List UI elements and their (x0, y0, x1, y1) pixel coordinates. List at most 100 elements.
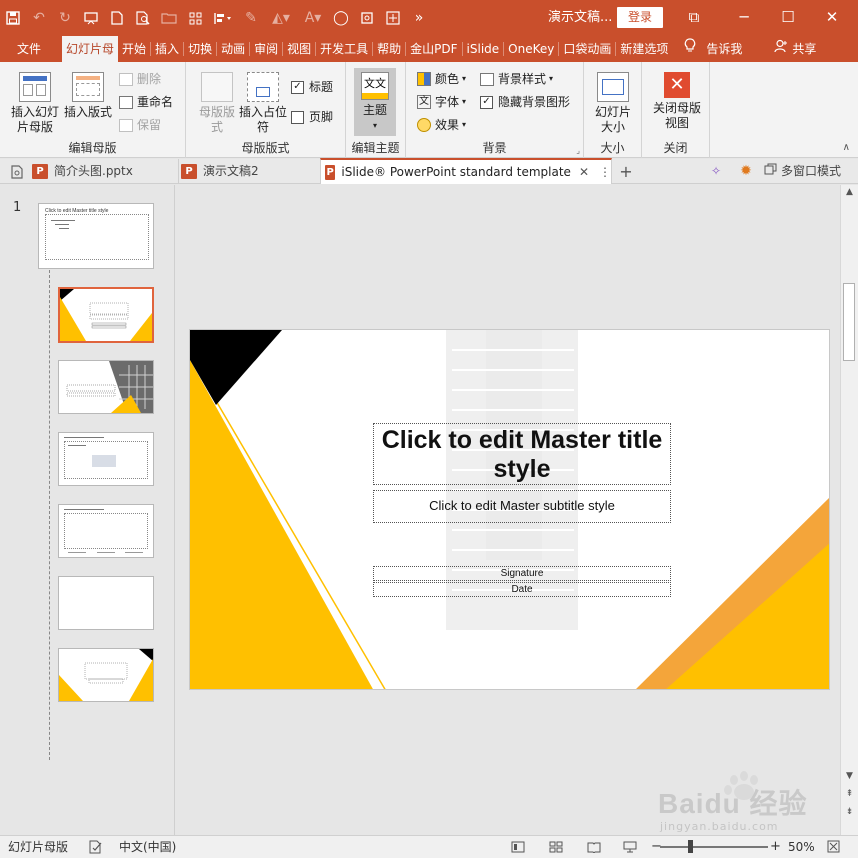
print-preview-icon[interactable] (130, 0, 156, 36)
master-title-placeholder[interactable]: Click to edit Master title style (373, 423, 671, 485)
hide-background-checkbox[interactable]: ✓ 隐藏背景图形 (480, 93, 570, 111)
tab-insert[interactable]: 插入 (151, 36, 183, 62)
multi-window-button[interactable]: 多窗口模式 (764, 159, 841, 184)
close-tab-icon[interactable]: ✕ (579, 160, 589, 185)
tab-transitions[interactable]: 切换 (184, 36, 216, 62)
share-button[interactable]: 共享 (770, 36, 820, 62)
slideshow-view-icon[interactable] (623, 836, 637, 858)
new-tab-icon[interactable]: + (616, 159, 636, 184)
tab-help[interactable]: 帮助 (373, 36, 405, 62)
date-placeholder[interactable]: Date (373, 582, 671, 597)
signature-placeholder[interactable]: Signature (373, 566, 671, 581)
theme-button[interactable]: 文文 主题 ▾ (354, 68, 396, 136)
title-bar: ↶ ↻ ✎ ◭▾ A▾ ◯ » 演示文稿... 登录 ⧉ ─ ☐ ✕ (0, 0, 858, 36)
scrollbar-thumb[interactable] (843, 283, 855, 361)
background-styles-dropdown[interactable]: 背景样式 ▾ (480, 70, 553, 88)
doc-tab-2[interactable]: P 演示文稿2 (178, 159, 318, 184)
ribbon-display-icon[interactable]: ⧉ (674, 0, 714, 36)
doc-tab-3[interactable]: P iSlide® PowerPoint standard template ✕… (320, 158, 612, 184)
insert-layout-button[interactable]: 插入版式 (62, 72, 114, 120)
crop-icon[interactable] (354, 0, 380, 36)
distribute-icon[interactable] (380, 0, 406, 36)
title-checkbox[interactable]: ✓ 标题 (291, 78, 333, 96)
fonts-dropdown[interactable]: 文字体 ▾ (417, 93, 466, 111)
font-color-icon[interactable]: A▾ (298, 0, 328, 36)
close-icon[interactable]: ✕ (812, 0, 852, 36)
effects-dropdown[interactable]: 效果 ▾ (417, 116, 466, 134)
minimize-icon[interactable]: ─ (724, 0, 764, 36)
tab-animations[interactable]: 动画 (217, 36, 249, 62)
tab-slide-master[interactable]: 幻灯片母 (62, 36, 119, 62)
layout-thumbnail-section[interactable] (58, 360, 154, 414)
language-indicator[interactable]: 中文(中国) (119, 836, 176, 858)
zoom-in-icon[interactable]: + (770, 836, 781, 858)
view-mode-text: 幻灯片母版 (8, 840, 69, 854)
scroll-down-icon[interactable]: ▼ (841, 771, 858, 781)
tab-pocket-animation[interactable]: 口袋动画 (559, 36, 615, 62)
delete-button[interactable]: 删除 (119, 70, 161, 88)
previous-slide-icon[interactable]: ⇞ (841, 789, 858, 799)
dialog-launcher-icon[interactable]: ⌟ (576, 146, 580, 155)
shape-circle-icon[interactable]: ◯ (328, 0, 354, 36)
maximize-icon[interactable]: ☐ (768, 0, 808, 36)
file-browser-icon[interactable] (6, 159, 28, 184)
colors-dropdown[interactable]: 颜色 ▾ (417, 70, 466, 88)
scroll-up-icon[interactable]: ▲ (841, 187, 858, 197)
doc-tab-1[interactable]: P 简介头图.pptx (32, 159, 176, 184)
zoom-level[interactable]: 50% (788, 836, 815, 858)
slide-size-button[interactable]: 幻灯片大小 (590, 72, 636, 135)
footer-checkbox[interactable]: 页脚 (291, 108, 333, 126)
layout-thumbnail-blank[interactable] (58, 576, 154, 630)
insert-placeholder-button[interactable]: 插入占位符 (236, 72, 290, 135)
master-layout-button[interactable]: 母版版式 (198, 72, 236, 135)
master-slide-canvas[interactable]: Click to edit Master title style Click t… (189, 329, 830, 690)
preserve-button[interactable]: 保留 (119, 116, 161, 134)
tell-me-search[interactable]: 告诉我 (680, 36, 746, 62)
close-master-view-button[interactable]: ✕ 关闭母版视图 (648, 72, 706, 131)
tab-view[interactable]: 视图 (283, 36, 315, 62)
master-thumbnail[interactable]: Click to edit Master title style (38, 203, 154, 269)
tab-new-options[interactable]: 新建选项 (616, 36, 672, 62)
login-button[interactable]: 登录 (617, 7, 663, 28)
new-file-icon[interactable] (104, 0, 130, 36)
layout-thumbnail-two-content[interactable] (58, 504, 154, 558)
layout-thumbnail-title[interactable] (58, 287, 154, 343)
tab-review[interactable]: 审阅 (250, 36, 282, 62)
layout-thumbnail-ending[interactable] (58, 648, 154, 702)
tab-developer[interactable]: 开发工具 (316, 36, 372, 62)
align-icon[interactable] (208, 0, 238, 36)
redo-icon[interactable]: ↻ (52, 0, 78, 36)
master-subtitle-placeholder[interactable]: Click to edit Master subtitle style (373, 490, 671, 523)
layout-thumbnail-content[interactable] (58, 432, 154, 486)
insert-slide-master-button[interactable]: 插入幻灯片母版 (8, 72, 62, 135)
tab-kingsoft-pdf[interactable]: 金山PDF (406, 36, 461, 62)
present-icon[interactable] (78, 0, 104, 36)
slide-sorter-icon[interactable] (549, 836, 563, 858)
grid-icon[interactable] (182, 0, 208, 36)
tab-menu-icon[interactable]: ⋮ (599, 160, 611, 185)
collapse-ribbon-icon[interactable]: ∧ (843, 142, 850, 153)
settings-gear-icon[interactable]: ✹ (736, 159, 756, 184)
normal-view-icon[interactable] (511, 836, 525, 858)
tab-onekey[interactable]: OneKey (504, 36, 558, 62)
fill-color-icon[interactable]: ◭▾ (264, 0, 298, 36)
fit-to-window-icon[interactable] (827, 836, 840, 858)
more-commands-icon[interactable]: » (406, 0, 432, 36)
vertical-scrollbar[interactable]: ▲ ▼ ⇞ ⇟ (840, 185, 858, 835)
pen-icon[interactable]: ✎ (238, 0, 264, 36)
delete-icon (119, 72, 133, 86)
zoom-slider-handle[interactable] (688, 840, 693, 853)
rename-button[interactable]: 重命名 (119, 93, 173, 111)
reading-view-icon[interactable] (587, 836, 601, 858)
tab-home[interactable]: 开始 (118, 36, 150, 62)
open-folder-icon[interactable] (156, 0, 182, 36)
undo-icon[interactable]: ↶ (26, 0, 52, 36)
next-slide-icon[interactable]: ⇟ (841, 807, 858, 817)
spellcheck-icon[interactable] (88, 836, 104, 858)
save-icon[interactable] (0, 0, 26, 36)
magic-wand-icon[interactable]: ✧ (706, 159, 726, 184)
tab-islide[interactable]: iSlide (463, 36, 504, 62)
group-label-edit-theme: 编辑主题 (351, 141, 400, 155)
tab-file[interactable]: 文件 (0, 36, 58, 62)
zoom-slider-track[interactable] (660, 846, 768, 848)
